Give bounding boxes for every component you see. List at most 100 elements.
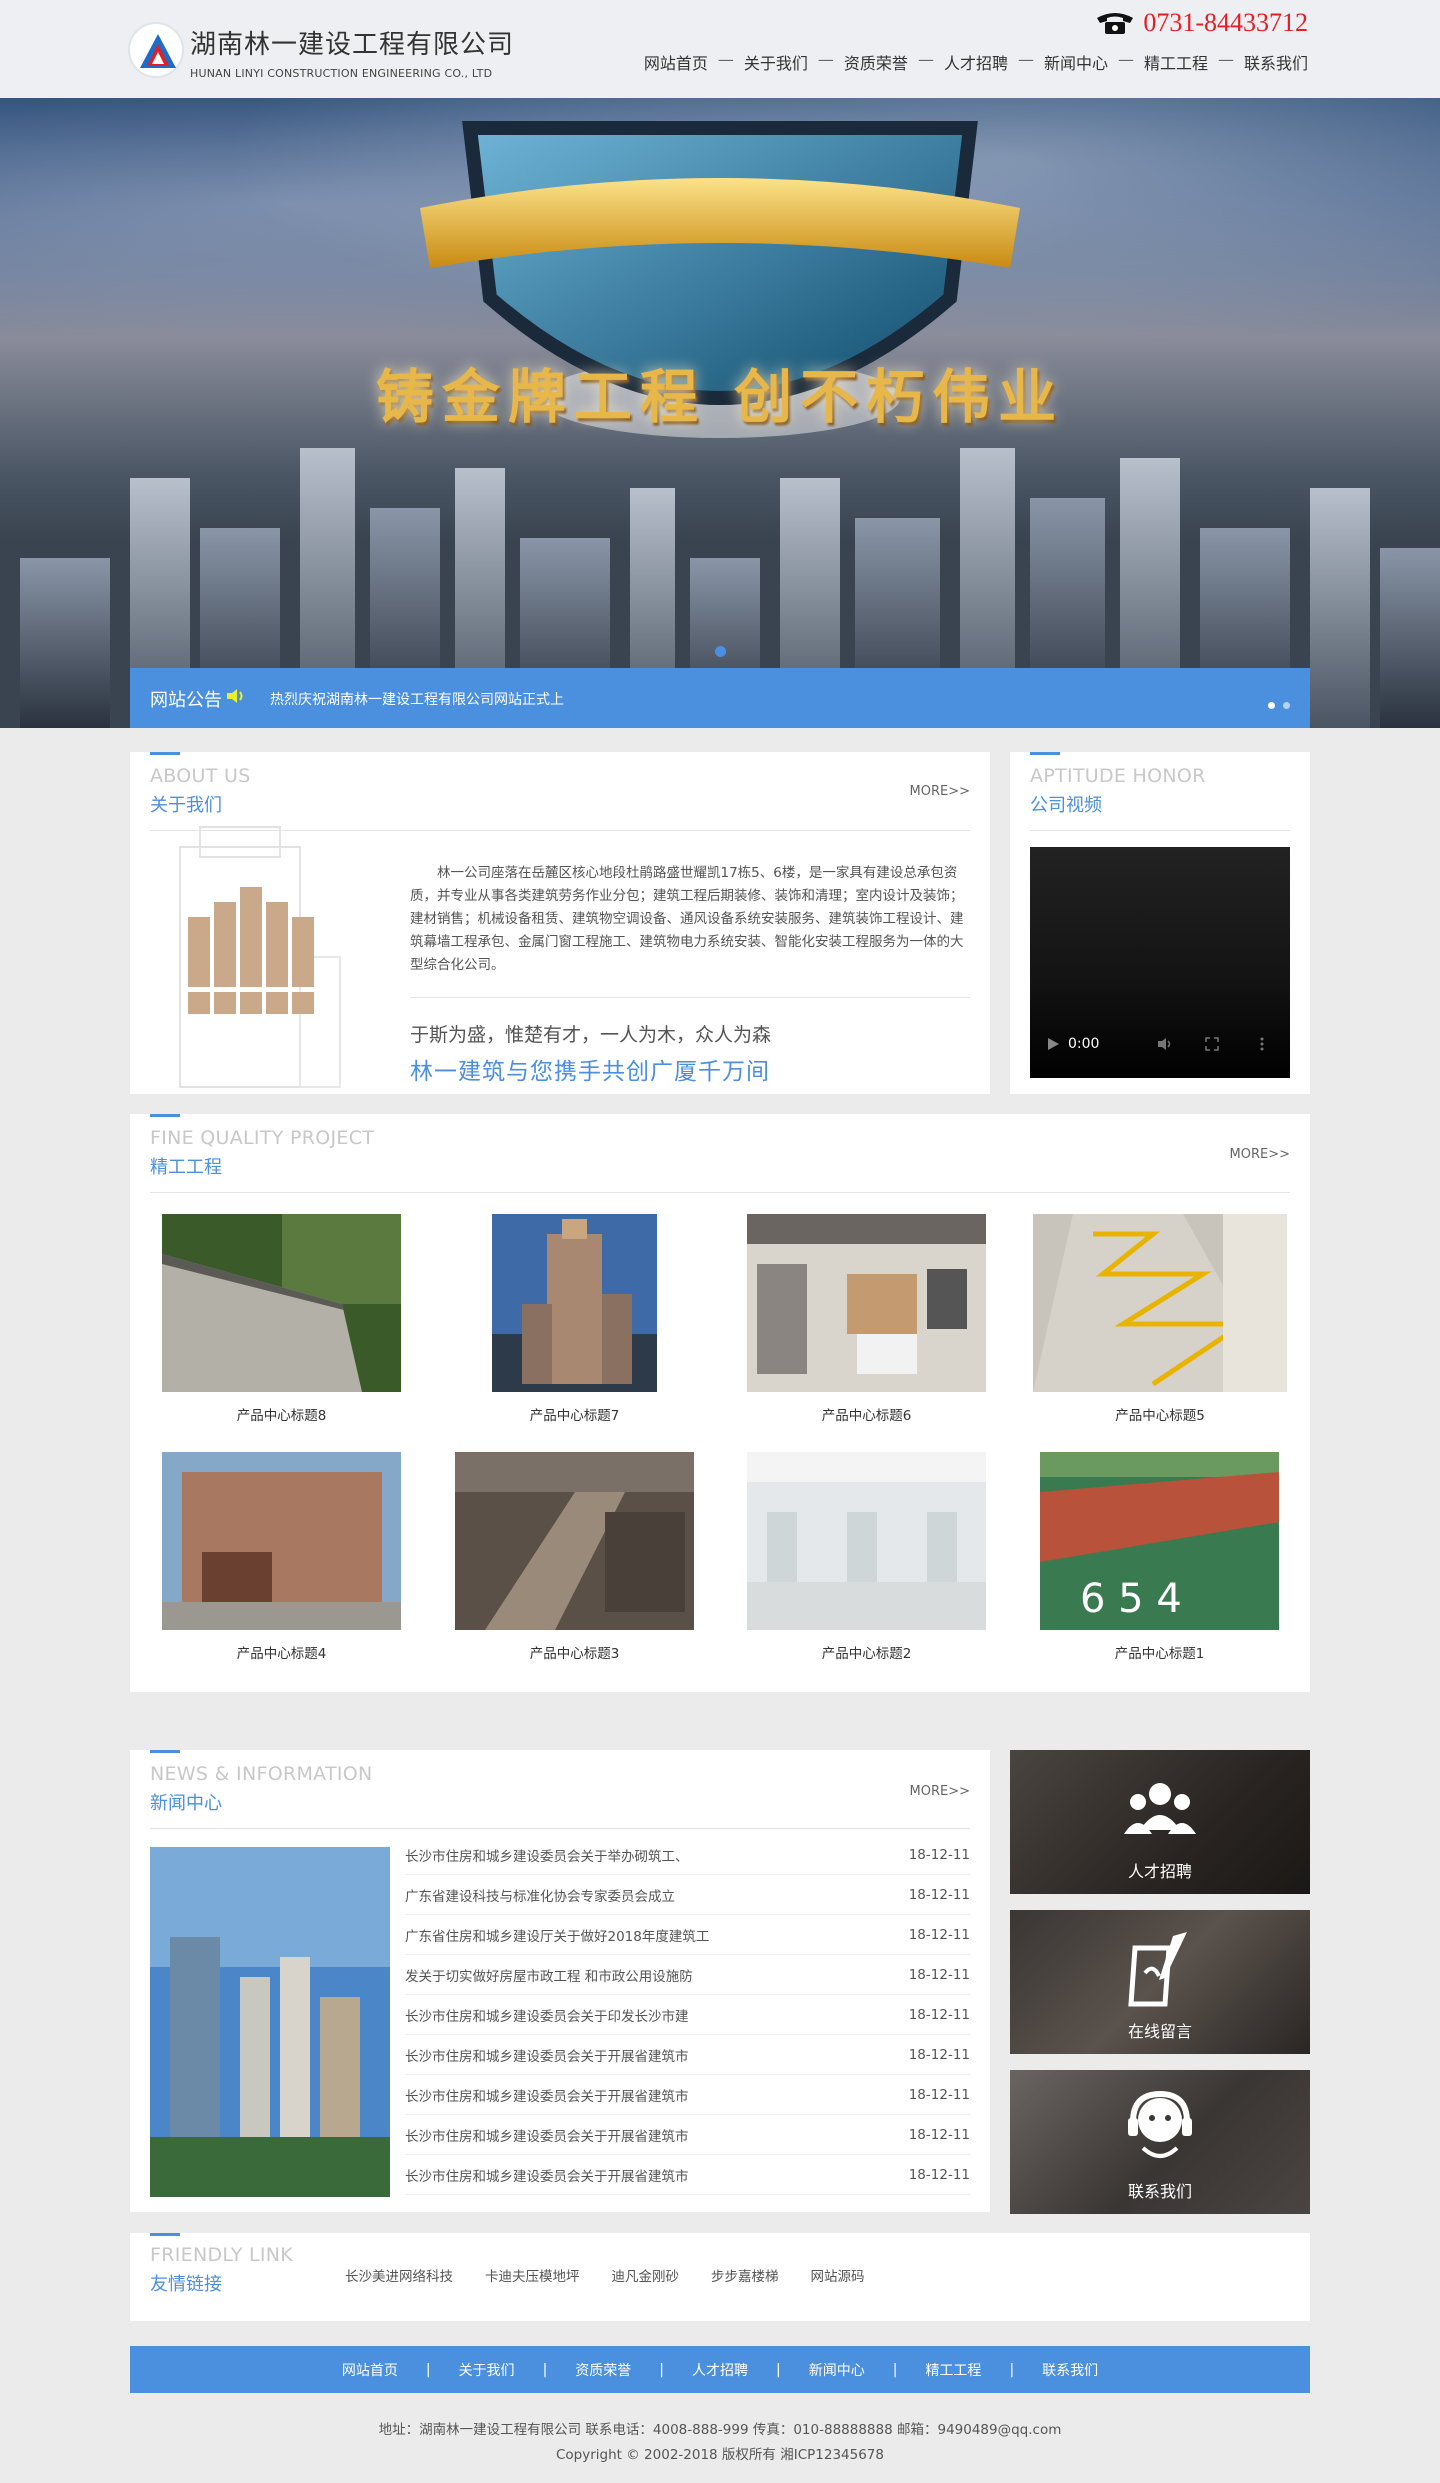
notice-label: 网站公告 <box>150 690 222 711</box>
news-item[interactable]: 长沙市住房和城乡建设委员会关于举办砌筑工、 18-12-11 <box>405 1835 970 1875</box>
footer-nav-separator: | <box>542 2361 548 2378</box>
recruit-box[interactable]: 人才招聘 <box>1010 1750 1310 1894</box>
project-title[interactable]: 产品中心标题8 <box>162 1404 401 1424</box>
project-image[interactable] <box>162 1452 401 1630</box>
project-card[interactable]: 6 5 4 产品中心标题1 <box>1040 1452 1279 1662</box>
video-controls: 0:00 <box>1030 1036 1290 1052</box>
news-item-title[interactable]: 长沙市住房和城乡建设委员会关于举办砌筑工、 <box>405 1845 689 1865</box>
divider <box>410 997 970 998</box>
people-icon <box>1124 1783 1196 1834</box>
company-logo[interactable] <box>128 22 184 78</box>
nav-honor[interactable]: 资质荣誉 <box>844 50 908 74</box>
phone: 0731-84433712 <box>1095 8 1308 38</box>
company-video-player[interactable]: 0:00 <box>1030 847 1290 1078</box>
project-image[interactable]: 6 5 4 <box>1040 1452 1279 1630</box>
news-item-date: 18-12-11 <box>908 2166 970 2183</box>
nav-contact[interactable]: 联系我们 <box>1244 50 1308 74</box>
honor-panel: APTITUDE HONOR 公司视频 0:00 <box>1010 752 1310 1094</box>
recruit-label[interactable]: 人才招聘 <box>1010 1858 1310 1882</box>
news-item[interactable]: 长沙市住房和城乡建设委员会关于印发长沙市建 18-12-11 <box>405 1995 970 2035</box>
title-accent <box>150 1750 180 1753</box>
project-title[interactable]: 产品中心标题7 <box>492 1404 657 1424</box>
news-item-date: 18-12-11 <box>908 1966 970 1983</box>
news-cover-image[interactable] <box>150 1847 390 2197</box>
fullscreen-icon[interactable] <box>1205 1037 1220 1051</box>
about-panel: ABOUT US 关于我们 MORE>> 林一公司座落在岳麓区核心地段杜鹃路盛世… <box>130 752 990 1094</box>
project-title[interactable]: 产品中心标题1 <box>1040 1642 1279 1662</box>
friendly-link[interactable]: 步步嘉楼梯 <box>711 2265 779 2285</box>
project-title[interactable]: 产品中心标题4 <box>162 1642 401 1662</box>
news-item-title[interactable]: 发关于切实做好房屋市政工程 和市政公用设施防 <box>405 1965 693 1985</box>
nav-about[interactable]: 关于我们 <box>744 50 808 74</box>
friendly-link[interactable]: 长沙美进网络科技 <box>345 2265 453 2285</box>
footer-nav-about[interactable]: 关于我们 <box>459 2360 515 2380</box>
footer-nav-honor[interactable]: 资质荣誉 <box>575 2360 631 2380</box>
news-item[interactable]: 长沙市住房和城乡建设委员会关于开展省建筑市 18-12-11 <box>405 2075 970 2115</box>
news-item-title[interactable]: 长沙市住房和城乡建设委员会关于开展省建筑市 <box>405 2045 689 2065</box>
notice-message[interactable]: 热烈庆祝湖南林一建设工程有限公司网站正式上 <box>270 689 564 709</box>
footer-nav-home[interactable]: 网站首页 <box>342 2360 398 2380</box>
project-card[interactable]: 产品中心标题4 <box>162 1452 401 1662</box>
footer-nav-separator: | <box>776 2361 781 2378</box>
about-more-link[interactable]: MORE>> <box>910 784 970 799</box>
project-image[interactable] <box>492 1214 657 1392</box>
project-card[interactable]: 产品中心标题6 <box>747 1214 986 1424</box>
friendly-link[interactable]: 卡迪夫压模地坪 <box>485 2265 580 2285</box>
logo-icon <box>140 34 176 68</box>
footer-nav: 网站首页 | 关于我们 | 资质荣誉 | 人才招聘 | 新闻中心 | 精工工程 … <box>130 2346 1310 2393</box>
news-item-title[interactable]: 长沙市住房和城乡建设委员会关于开展省建筑市 <box>405 2165 689 2185</box>
project-card[interactable]: 产品中心标题3 <box>455 1452 694 1662</box>
footer-nav-recruit[interactable]: 人才招聘 <box>692 2360 748 2380</box>
volume-icon[interactable] <box>1157 1037 1173 1051</box>
play-icon[interactable] <box>1046 1037 1060 1051</box>
nav-news[interactable]: 新闻中心 <box>1044 50 1108 74</box>
notice-pager-dot[interactable] <box>1268 702 1275 709</box>
news-item[interactable]: 长沙市住房和城乡建设委员会关于开展省建筑市 18-12-11 <box>405 2155 970 2195</box>
nav-recruit[interactable]: 人才招聘 <box>944 50 1008 74</box>
footer-nav-news[interactable]: 新闻中心 <box>809 2360 865 2380</box>
project-image[interactable] <box>747 1214 986 1392</box>
contact-label[interactable]: 联系我们 <box>1010 2178 1310 2202</box>
news-item-title[interactable]: 长沙市住房和城乡建设委员会关于印发长沙市建 <box>405 2005 689 2025</box>
projects-more-link[interactable]: MORE>> <box>1230 1147 1290 1162</box>
slide-indicator[interactable] <box>715 646 726 657</box>
project-image[interactable] <box>1033 1214 1287 1392</box>
project-title[interactable]: 产品中心标题2 <box>747 1642 986 1662</box>
footer-nav-contact[interactable]: 联系我们 <box>1042 2360 1098 2380</box>
news-item-date: 18-12-11 <box>908 2046 970 2063</box>
news-item-title[interactable]: 长沙市住房和城乡建设委员会关于开展省建筑市 <box>405 2085 689 2105</box>
news-item-title[interactable]: 长沙市住房和城乡建设委员会关于开展省建筑市 <box>405 2125 689 2145</box>
phone-number[interactable]: 0731-84433712 <box>1143 8 1308 38</box>
project-card[interactable]: 产品中心标题5 <box>1033 1214 1287 1424</box>
news-item[interactable]: 发关于切实做好房屋市政工程 和市政公用设施防 18-12-11 <box>405 1955 970 1995</box>
project-title[interactable]: 产品中心标题5 <box>1033 1404 1287 1424</box>
message-box[interactable]: 在线留言 <box>1010 1910 1310 2054</box>
friendly-link[interactable]: 迪凡金刚砂 <box>612 2265 680 2285</box>
friendly-link[interactable]: 网站源码 <box>811 2265 865 2285</box>
project-card[interactable]: 产品中心标题2 <box>747 1452 986 1662</box>
news-item-title[interactable]: 广东省建设科技与标准化协会专家委员会成立 <box>405 1885 675 1905</box>
news-item[interactable]: 长沙市住房和城乡建设委员会关于开展省建筑市 18-12-11 <box>405 2115 970 2155</box>
honor-title-cn: 公司视频 <box>1030 795 1102 816</box>
project-card[interactable]: 产品中心标题8 <box>162 1214 401 1424</box>
project-image[interactable] <box>455 1452 694 1630</box>
more-options-icon[interactable] <box>1259 1037 1265 1051</box>
nav-projects[interactable]: 精工工程 <box>1144 50 1208 74</box>
footer-address: 地址：湖南林一建设工程有限公司 联系电话：4008-888-999 传真：010… <box>378 2422 1062 2438</box>
footer-nav-projects[interactable]: 精工工程 <box>925 2360 981 2380</box>
news-item[interactable]: 长沙市住房和城乡建设委员会关于开展省建筑市 18-12-11 <box>405 2035 970 2075</box>
news-item[interactable]: 广东省建设科技与标准化协会专家委员会成立 18-12-11 <box>405 1875 970 1915</box>
news-item[interactable]: 广东省住房和城乡建设厅关于做好2018年度建筑工 18-12-11 <box>405 1915 970 1955</box>
nav-home[interactable]: 网站首页 <box>644 50 708 74</box>
project-title[interactable]: 产品中心标题6 <box>747 1404 986 1424</box>
video-time: 0:00 <box>1068 1036 1100 1052</box>
project-card[interactable]: 产品中心标题7 <box>492 1214 657 1424</box>
message-label[interactable]: 在线留言 <box>1010 2018 1310 2042</box>
notice-pager-dot[interactable] <box>1283 702 1290 709</box>
project-title[interactable]: 产品中心标题3 <box>455 1642 694 1662</box>
project-image[interactable] <box>747 1452 986 1630</box>
news-item-title[interactable]: 广东省住房和城乡建设厅关于做好2018年度建筑工 <box>405 1925 709 1945</box>
news-more-link[interactable]: MORE>> <box>910 1784 970 1799</box>
project-image[interactable] <box>162 1214 401 1392</box>
contact-box[interactable]: 联系我们 <box>1010 2070 1310 2214</box>
